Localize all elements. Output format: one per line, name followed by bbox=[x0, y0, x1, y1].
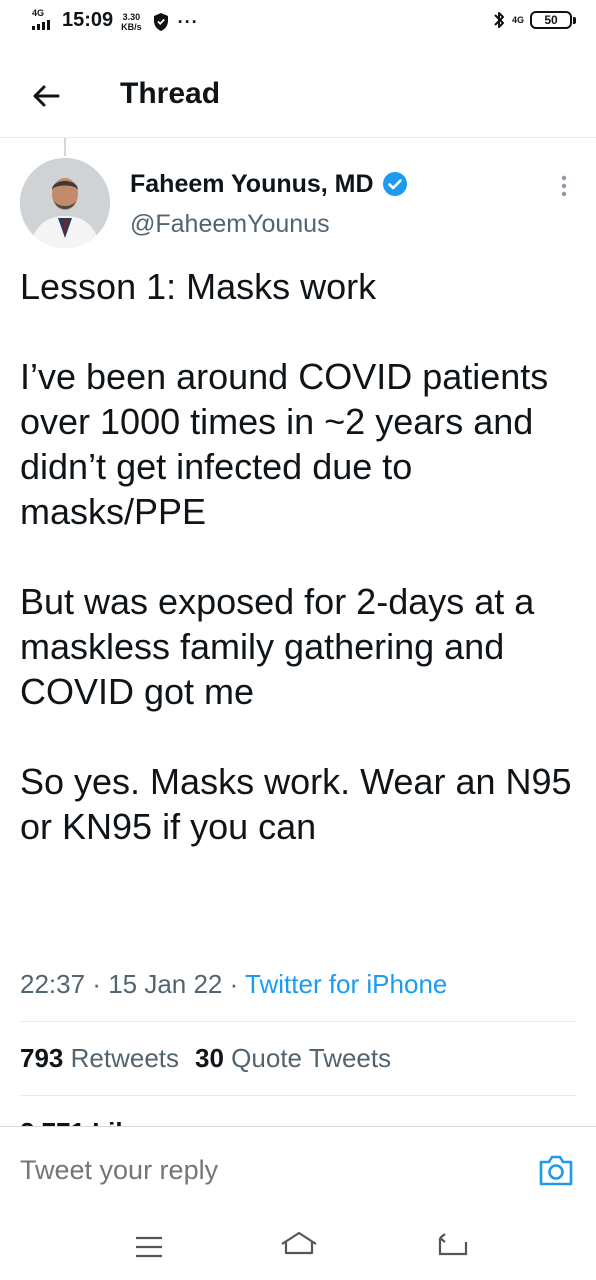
menu-icon[interactable] bbox=[134, 1234, 164, 1260]
likes-link[interactable]: 2,771 Likes bbox=[20, 1114, 159, 1126]
status-right: 4G 50 bbox=[492, 10, 576, 30]
quote-tweets-link[interactable]: 30 Quote Tweets bbox=[195, 1043, 391, 1073]
back-icon[interactable] bbox=[436, 1232, 470, 1260]
reply-input[interactable] bbox=[20, 1151, 500, 1189]
verified-badge-icon bbox=[382, 172, 407, 196]
system-nav-bar bbox=[0, 1214, 596, 1280]
top-bar: Thread bbox=[0, 60, 596, 138]
quote-tweets-label: Quote Tweets bbox=[231, 1043, 392, 1073]
home-icon[interactable] bbox=[278, 1230, 320, 1262]
divider bbox=[20, 1021, 576, 1022]
tweet-stats: 793 Retweets 30 Quote Tweets bbox=[20, 1040, 391, 1076]
divider bbox=[20, 1095, 576, 1096]
reply-bar bbox=[0, 1126, 596, 1214]
retweets-link[interactable]: 793 Retweets bbox=[20, 1043, 179, 1073]
author-name-text: Faheem Younus, MD bbox=[130, 170, 374, 198]
status-bar: 4G 15:09 3.30 KB/s ··· 4G 50 bbox=[0, 0, 596, 44]
meta-separator: · bbox=[85, 969, 109, 999]
network-type: 4G bbox=[32, 8, 45, 18]
arrow-left-icon[interactable] bbox=[28, 78, 64, 114]
speed-unit: KB/s bbox=[121, 22, 142, 32]
more-options-icon[interactable] bbox=[552, 172, 576, 200]
status-left: 4G 15:09 3.30 KB/s ··· bbox=[30, 8, 199, 32]
camera-icon[interactable] bbox=[538, 1153, 574, 1187]
tweet-time: 22:37 bbox=[20, 969, 86, 999]
meta-separator: · bbox=[222, 969, 246, 999]
status-time: 15:09 bbox=[62, 9, 114, 31]
author-name[interactable]: Faheem Younus, MD bbox=[130, 168, 408, 200]
avatar-image bbox=[20, 158, 110, 248]
tweet-date: 15 Jan 22 bbox=[108, 969, 223, 999]
retweets-count: 793 bbox=[20, 1043, 64, 1073]
battery-icon: 50 bbox=[530, 11, 576, 29]
network-speed: 3.30 KB/s bbox=[121, 12, 142, 32]
retweets-label: Retweets bbox=[70, 1043, 180, 1073]
thread-connector bbox=[64, 138, 66, 156]
shield-icon bbox=[153, 13, 168, 31]
likes-text: 2,771 Likes bbox=[20, 1117, 159, 1126]
page-title: Thread bbox=[120, 77, 221, 110]
author-handle[interactable]: @FaheemYounus bbox=[130, 208, 330, 240]
network-type-right: 4G bbox=[511, 15, 524, 25]
quote-tweets-count: 30 bbox=[195, 1043, 224, 1073]
tweet-text: Lesson 1: Masks work I’ve been around CO… bbox=[20, 266, 572, 847]
speed-value: 3.30 bbox=[122, 12, 141, 22]
tweet-meta: 22:37 · 15 Jan 22 · Twitter for iPhone bbox=[20, 966, 447, 1002]
avatar[interactable] bbox=[20, 158, 110, 248]
bluetooth-icon bbox=[494, 12, 504, 28]
more-notifications-icon: ··· bbox=[177, 12, 199, 32]
tweet-source-link[interactable]: Twitter for iPhone bbox=[245, 969, 447, 999]
signal-icon: 4G bbox=[30, 8, 60, 32]
